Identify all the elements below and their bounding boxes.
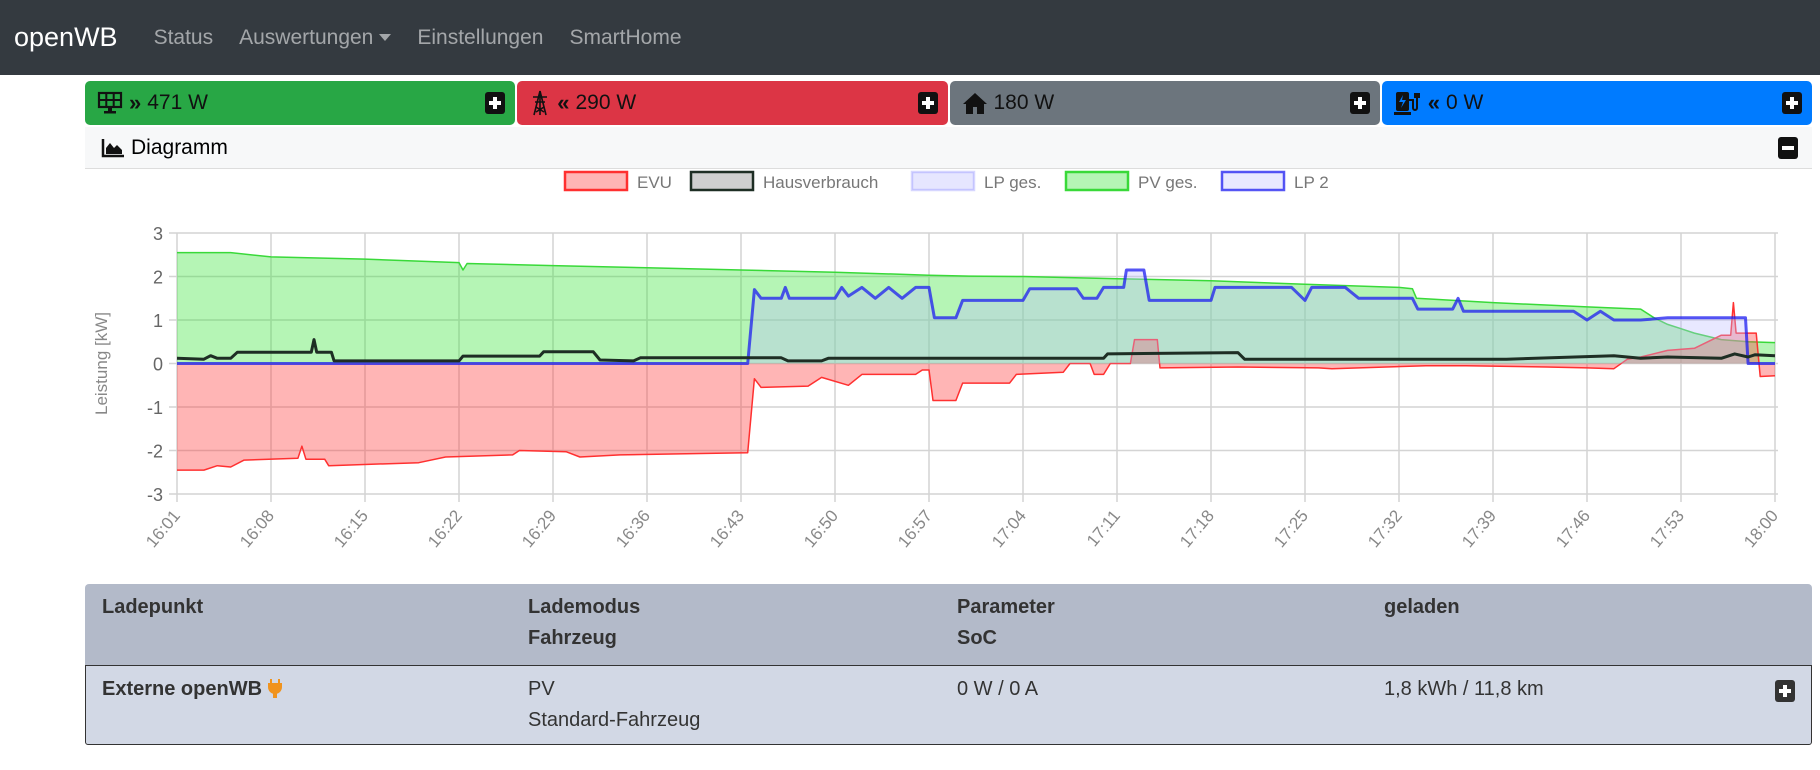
charging-station-icon bbox=[1393, 92, 1420, 115]
legend-label-evu: EVU bbox=[637, 173, 672, 192]
parameter-value: 0 W / 0 A bbox=[957, 678, 1039, 700]
x-tick-label: 17:04 bbox=[988, 506, 1030, 551]
header-lademodus: Lademodus Fahrzeug bbox=[528, 592, 640, 654]
nav-einstellungen[interactable]: Einstellungen bbox=[417, 26, 543, 50]
house-value: 180 W bbox=[993, 91, 1055, 114]
header-geladen: geladen bbox=[1384, 596, 1460, 618]
collapse-minus-icon[interactable] bbox=[1778, 137, 1798, 159]
header-ladepunkt: Ladepunkt bbox=[102, 596, 204, 618]
x-tick-label: 16:08 bbox=[236, 506, 278, 551]
plug-icon bbox=[267, 679, 282, 699]
x-tick-label: 17:53 bbox=[1646, 506, 1688, 551]
vehicle-name: Standard-Fahrzeug bbox=[528, 709, 701, 731]
x-tick-label: 17:39 bbox=[1458, 506, 1500, 551]
summary-cards: » 471 W « 290 W 180 W « 0 W bbox=[85, 81, 1812, 125]
x-tick-label: 16:50 bbox=[800, 506, 842, 551]
x-tick-label: 17:46 bbox=[1552, 506, 1594, 551]
legend-label-pv-ges: PV ges. bbox=[1138, 173, 1198, 192]
chargepoint-name: Externe openWB bbox=[102, 678, 263, 700]
expand-plus-icon[interactable] bbox=[1782, 92, 1802, 114]
legend-swatch-lp-2 bbox=[1220, 170, 1286, 192]
x-tick-label: 16:43 bbox=[706, 506, 748, 551]
brand-logo[interactable]: openWB bbox=[14, 22, 118, 53]
area-chart-icon bbox=[101, 138, 124, 157]
x-tick-label: 16:57 bbox=[894, 506, 936, 551]
legend-label-hausverbrauch: Hausverbrauch bbox=[763, 173, 878, 192]
diagram-header[interactable]: Diagramm bbox=[85, 127, 1812, 169]
legend-swatch-pv-ges bbox=[1064, 170, 1130, 192]
y-tick-label: -3 bbox=[147, 485, 163, 505]
header-parameter-label: Parameter bbox=[957, 596, 1055, 618]
y-tick-label: 1 bbox=[153, 311, 163, 331]
charged-value: 1,8 kWh / 11,8 km bbox=[1384, 678, 1544, 700]
expand-plus-icon[interactable] bbox=[917, 92, 938, 114]
nav-auswertungen[interactable]: Auswertungen bbox=[239, 25, 392, 50]
x-tick-label: 16:01 bbox=[142, 506, 184, 551]
x-tick-label: 17:25 bbox=[1270, 506, 1312, 551]
x-tick-label: 16:29 bbox=[518, 506, 560, 551]
house-card[interactable]: 180 W bbox=[949, 81, 1380, 125]
x-tick-label: 16:15 bbox=[330, 506, 372, 551]
chargepoint-value: 0 W bbox=[1446, 91, 1484, 114]
solar-panel-icon bbox=[97, 91, 123, 114]
expand-plus-icon[interactable] bbox=[485, 92, 506, 114]
navbar: openWB Status Auswertungen Einstellungen… bbox=[0, 0, 1820, 75]
y-tick-label: -2 bbox=[147, 442, 163, 462]
header-fahrzeug-label: Fahrzeug bbox=[528, 627, 617, 649]
grid-value: 290 W bbox=[575, 91, 637, 114]
legend-label-lp-ges: LP ges. bbox=[984, 173, 1041, 192]
x-tick-label: 17:11 bbox=[1083, 506, 1124, 550]
grid-card[interactable]: « 290 W bbox=[517, 81, 948, 125]
y-tick-label: -1 bbox=[147, 398, 163, 418]
table-header: Ladepunkt Lademodus Fahrzeug Parameter SoC… bbox=[85, 584, 1812, 665]
chevrons-left-icon: « bbox=[1427, 90, 1440, 115]
chargepoint-card[interactable]: « 0 W bbox=[1381, 81, 1812, 125]
x-tick-label: 17:32 bbox=[1364, 506, 1406, 551]
nav-status[interactable]: Status bbox=[154, 26, 214, 50]
chevrons-left-icon: « bbox=[557, 90, 570, 115]
x-tick-label: 16:22 bbox=[424, 506, 466, 551]
legend-label-lp-2: LP 2 bbox=[1294, 173, 1329, 192]
mode-cell: PV Standard-Fahrzeug bbox=[528, 674, 700, 736]
charge-mode: PV bbox=[528, 678, 555, 700]
legend-swatch-lp-ges bbox=[910, 170, 976, 192]
header-lademodus-label: Lademodus bbox=[528, 596, 641, 618]
house-icon bbox=[962, 93, 987, 114]
legend-swatch-hausverbrauch bbox=[689, 170, 755, 192]
y-axis-label: Leistung [kW] bbox=[92, 312, 111, 415]
caret-down-icon bbox=[379, 34, 392, 42]
x-tick-label: 17:18 bbox=[1176, 506, 1218, 551]
pv-card[interactable]: » 471 W bbox=[85, 81, 516, 125]
power-chart: 3 2 1 0 -1 -2 -3 16:01 16:08 16:15 16:22 16:29 16:36… bbox=[85, 169, 1812, 581]
chevrons-right-icon: » bbox=[129, 90, 142, 115]
pv-value: 471 W bbox=[147, 91, 208, 114]
header-soc-label: SoC bbox=[957, 627, 997, 649]
chargepoint-name-cell: Externe openWB bbox=[102, 674, 282, 705]
legend-swatch-evu bbox=[563, 170, 629, 192]
y-tick-label: 0 bbox=[153, 355, 163, 375]
y-tick-label: 3 bbox=[153, 224, 163, 244]
expand-plus-icon[interactable] bbox=[1775, 680, 1795, 702]
header-parameter: Parameter SoC bbox=[957, 592, 1055, 654]
expand-plus-icon[interactable] bbox=[1349, 92, 1370, 114]
nav-auswertungen-label: Auswertungen bbox=[239, 25, 374, 49]
x-tick-label: 16:36 bbox=[612, 506, 654, 551]
power-tower-icon bbox=[533, 90, 548, 116]
nav-smarthome[interactable]: SmartHome bbox=[569, 26, 681, 50]
chart-svg: 3 2 1 0 -1 -2 -316:01 16:08 16:15 16:22 16:29 16:36… bbox=[92, 170, 1782, 551]
diagram-title: Diagramm bbox=[131, 135, 228, 159]
x-tick-label: 18:00 bbox=[1740, 506, 1782, 551]
y-tick-label: 2 bbox=[153, 268, 163, 288]
table-row[interactable]: Externe openWB PV Standard-Fahrzeug 0 W /… bbox=[85, 665, 1812, 745]
